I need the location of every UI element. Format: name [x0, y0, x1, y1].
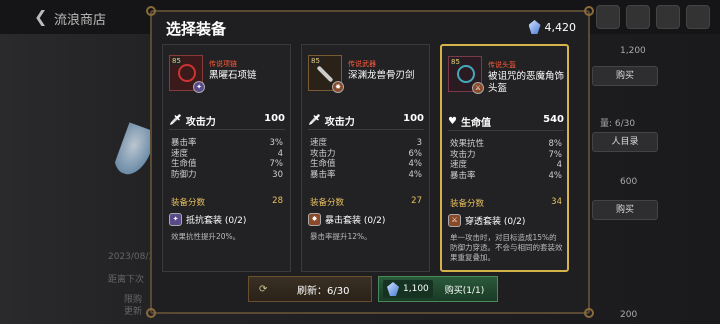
side-price-1: 1,200: [620, 46, 646, 56]
crystal-icon: [528, 20, 541, 34]
equipment-card-weapon[interactable]: 85 ✸ 传说武器 深渊龙兽骨刃剑 🗡 攻击力 100 速度 3 攻击力 6% 生命值…: [301, 44, 430, 272]
substat-row: 速度 3: [310, 138, 422, 148]
corner-ornament: [584, 6, 594, 16]
main-stat-label: 攻击力: [185, 117, 216, 128]
item-rarity: 传说武器: [348, 60, 376, 68]
price-value: 1,100: [403, 284, 429, 294]
corner-ornament: [146, 6, 156, 16]
equipment-score: 装备分数 27: [310, 196, 422, 208]
substats: 暴击率 3% 速度 4 生命值 7% 防御力 30: [171, 138, 283, 180]
crit-set-icon: ✸: [332, 81, 344, 93]
event-icon[interactable]: [626, 5, 650, 29]
item-rarity: 传说头盔: [488, 61, 516, 69]
set-bonus: ✦ 抵抗套装 (0/2): [169, 213, 246, 226]
corner-ornament: [584, 308, 594, 318]
sword-icon: 🗡: [308, 115, 321, 126]
heart-icon: ♥: [448, 116, 457, 127]
buy-button[interactable]: 1,100 购买(1/1): [378, 276, 498, 302]
main-stat: ♥ 生命值 540: [448, 114, 564, 129]
substats: 速度 3 攻击力 6% 生命值 4% 暴击率 4%: [310, 138, 422, 180]
menu-icon[interactable]: [686, 5, 710, 29]
substat-row: 生命值 4%: [310, 159, 422, 169]
item-level: 85: [171, 57, 182, 65]
item-name: 被诅咒的恶魔角饰头盔: [488, 71, 565, 94]
side-buy-button-1[interactable]: 购买: [592, 66, 658, 86]
shop-title: 流浪商店: [54, 13, 107, 28]
helmet-graphic: [457, 65, 475, 83]
substat-row: 暴击率 3%: [171, 138, 283, 148]
buy-label: 购买(1/1): [444, 285, 485, 296]
side-catalog-button[interactable]: 人目录: [592, 132, 658, 152]
divider: [169, 129, 285, 130]
set-description: 效果抗性提升20%。: [171, 232, 241, 241]
substat-row: 暴击率 4%: [450, 170, 562, 181]
refresh-icon: ⟳: [259, 283, 268, 295]
equipment-card-helmet[interactable]: 85 ⚔ 传说头盔 被诅咒的恶魔角饰头盔 ♥ 生命值 540 效果抗性 8% 攻击力…: [440, 44, 569, 272]
divider: [448, 130, 564, 131]
resist-set-icon: ✦: [193, 81, 205, 93]
currency-display: 4,420: [528, 20, 577, 34]
equipment-score: 装备分数 34: [450, 197, 562, 209]
set-bonus: ✸ 暴击套装 (0/2): [308, 213, 385, 226]
penetration-set-icon: ⚔: [448, 214, 461, 227]
currency-value: 4,420: [544, 20, 577, 34]
free-icon[interactable]: [596, 5, 620, 29]
necklace-graphic: [178, 64, 196, 82]
corner-ornament: [146, 308, 156, 318]
substats: 效果抗性 8% 攻击力 7% 速度 4 暴击率 4%: [450, 139, 562, 181]
refresh-label: 刷新：6/30: [297, 285, 350, 297]
price-box: 1,100: [383, 280, 433, 298]
date-text: 2023/08/3: [108, 252, 155, 262]
divider: [308, 129, 424, 130]
sword-graphic: [316, 65, 334, 83]
crystal-icon: [387, 282, 399, 296]
sword-icon: 🗡: [169, 115, 182, 126]
substat-row: 效果抗性 8%: [450, 139, 562, 149]
item-level: 85: [310, 57, 321, 65]
substat-row: 速度 4: [450, 160, 562, 170]
equipment-card-necklace[interactable]: 85 ✦ 传说项链 黑曜石项链 🗡 攻击力 100 暴击率 3% 速度 4 生命值 7%…: [162, 44, 291, 272]
select-equipment-modal: 选择装备 4,420 85 ✦ 传说项链 黑曜石项链 🗡 攻击力 100 暴击率 3…: [146, 6, 594, 318]
refresh-button[interactable]: ⟳ 刷新：6/30: [248, 276, 372, 302]
item-level: 85: [450, 58, 461, 66]
main-stat: 🗡 攻击力 100: [308, 113, 424, 128]
update-text: 更新: [124, 307, 143, 317]
chat-icon[interactable]: [656, 5, 680, 29]
penetration-set-icon: ⚔: [472, 82, 484, 94]
side-price-2: 600: [620, 177, 638, 187]
next-update-text: 距离下次: [108, 275, 145, 285]
side-progress: 量: 6/30: [600, 119, 636, 129]
substat-row: 防御力 30: [171, 169, 283, 180]
substat-row: 攻击力 7%: [450, 149, 562, 160]
crit-set-icon: ✸: [308, 213, 321, 226]
item-name: 黑曜石项链: [209, 70, 257, 81]
side-buy-button-2[interactable]: 购买: [592, 200, 658, 220]
set-description: 单一攻击时，对目标造成15%的防御力穿透。不会与相同的套装效果重复叠加。: [450, 233, 563, 262]
resist-set-icon: ✦: [169, 213, 182, 226]
set-bonus: ⚔ 穿透套装 (0/2): [448, 214, 525, 227]
substat-row: 攻击力 6%: [310, 148, 422, 159]
back-arrow-icon[interactable]: ❮: [34, 7, 47, 26]
main-stat-value: 100: [264, 113, 285, 124]
item-name: 深渊龙兽骨刃剑: [348, 70, 415, 81]
substat-row: 暴击率 4%: [310, 169, 422, 180]
side-price-3: 200: [620, 310, 638, 320]
item-rarity: 传说项链: [209, 60, 237, 68]
modal-title: 选择装备: [166, 20, 227, 38]
substat-row: 速度 4: [171, 148, 283, 159]
main-stat: 🗡 攻击力 100: [169, 113, 285, 128]
set-description: 暴击率提升12%。: [310, 232, 372, 241]
equipment-score: 装备分数 28: [171, 196, 283, 208]
substat-row: 生命值 7%: [171, 159, 283, 169]
